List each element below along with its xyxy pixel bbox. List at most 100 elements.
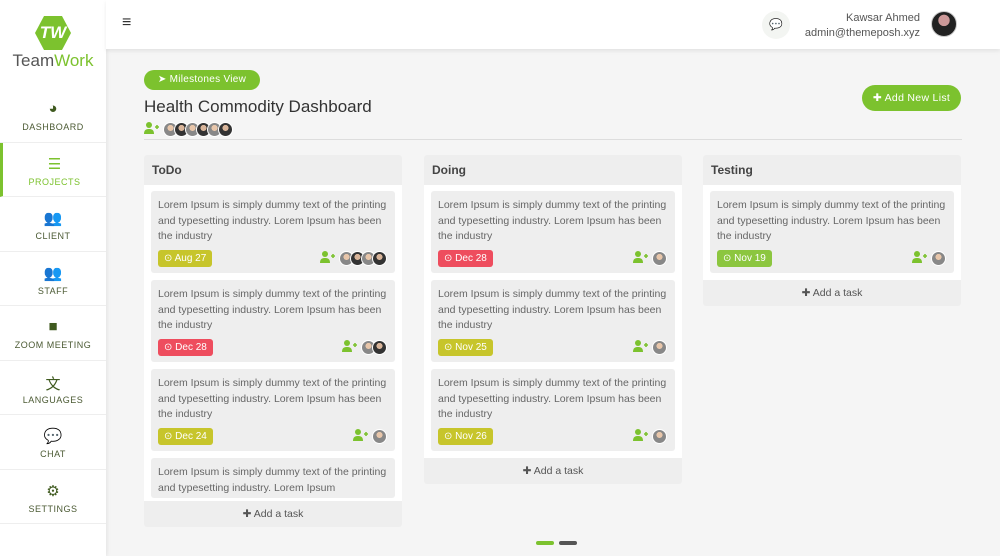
assignee-avatar[interactable] <box>652 251 667 266</box>
task-card[interactable]: Lorem Ipsum is simply dummy text of the … <box>431 191 675 273</box>
pagination-dots <box>536 541 577 545</box>
logo-text: TeamWork <box>0 51 106 71</box>
task-text: Lorem Ipsum is simply dummy text of the … <box>158 377 387 420</box>
task-card[interactable]: Lorem Ipsum is simply dummy text of the … <box>151 191 395 273</box>
sidebar-item-chat[interactable]: 💬 CHAT <box>0 415 106 470</box>
logo-mark: TW <box>35 16 71 50</box>
card-list[interactable]: Lorem Ipsum is simply dummy text of the … <box>144 185 402 501</box>
list-todo: ToDo Lorem Ipsum is simply dummy text of … <box>144 155 402 527</box>
sidebar-item-client[interactable]: 👥 CLIENT <box>0 197 106 252</box>
add-assignee-icon[interactable] <box>342 340 357 355</box>
task-assignees <box>912 251 946 266</box>
assignee-avatar[interactable] <box>652 340 667 355</box>
task-assignees <box>353 429 387 444</box>
sidebar-item-zoom-meeting[interactable]: ■ ZOOM MEETING <box>0 306 106 361</box>
user-info[interactable]: Kawsar Ahmed admin@themeposh.xyz <box>805 11 920 41</box>
language-icon: 文 <box>45 375 61 393</box>
sidebar-item-projects[interactable]: ☰ PROJECTS <box>0 142 106 197</box>
sidebar-item-label: STAFF <box>37 285 69 296</box>
topbar: ≡ 💬 Kawsar Ahmed admin@themeposh.xyz <box>106 0 1000 49</box>
assignee-avatar[interactable] <box>372 340 387 355</box>
member-avatar[interactable] <box>218 122 233 137</box>
task-card[interactable]: Lorem Ipsum is simply dummy text of the … <box>151 280 395 362</box>
users-icon: 👥 <box>43 264 63 282</box>
due-date-badge: ⊙ Nov 26 <box>438 428 493 445</box>
card-list[interactable]: Lorem Ipsum is simply dummy text of the … <box>703 185 961 273</box>
add-assignee-icon[interactable] <box>353 429 368 444</box>
video-icon: ■ <box>48 318 58 335</box>
task-assignees <box>633 340 667 355</box>
list-title: Doing <box>424 155 682 185</box>
add-assignee-icon[interactable] <box>633 251 648 266</box>
sidebar-item-settings[interactable]: ⚙ SETTINGS <box>0 470 106 524</box>
sidebar-item-label: LANGUAGES <box>22 394 84 405</box>
add-assignee-icon[interactable] <box>633 340 648 355</box>
sidebar-item-label: ZOOM MEETING <box>14 340 92 350</box>
card-list[interactable]: Lorem Ipsum is simply dummy text of the … <box>424 185 682 451</box>
list-icon: ☰ <box>47 155 62 173</box>
add-assignee-icon[interactable] <box>633 429 648 444</box>
add-assignee-icon[interactable] <box>912 251 927 266</box>
user-name: Kawsar Ahmed <box>846 12 920 24</box>
due-date-badge: ⊙ Dec 28 <box>438 250 493 267</box>
assignee-avatar[interactable] <box>652 429 667 444</box>
chat-icon: 💬 <box>43 428 63 445</box>
list-doing: Doing Lorem Ipsum is simply dummy text of… <box>424 155 682 484</box>
add-task-button[interactable]: ✚ Add a task <box>424 458 682 484</box>
add-task-button[interactable]: ✚ Add a task <box>703 280 961 306</box>
sidebar-item-label: CLIENT <box>35 231 71 241</box>
due-date-badge: ⊙ Dec 28 <box>158 339 213 356</box>
sidebar-item-languages[interactable]: 文 LANGUAGES <box>0 361 106 415</box>
chat-icon[interactable]: 💬 <box>762 11 790 39</box>
user-avatar[interactable] <box>931 11 957 37</box>
task-card[interactable]: Lorem Ipsum is simply dummy text of the … <box>151 458 395 498</box>
task-card[interactable]: Lorem Ipsum is simply dummy text of the … <box>710 191 954 273</box>
assignee-avatar[interactable] <box>372 251 387 266</box>
due-date-badge: ⊙ Aug 27 <box>158 250 213 267</box>
logo[interactable]: TW TeamWork <box>0 0 106 88</box>
add-member-icon[interactable] <box>144 122 159 137</box>
due-date-badge: ⊙ Nov 25 <box>438 339 493 356</box>
task-card[interactable]: Lorem Ipsum is simply dummy text of the … <box>151 369 395 451</box>
task-assignees <box>342 340 387 355</box>
cogs-icon: ⚙ <box>46 482 60 500</box>
users-icon: 👥 <box>43 210 63 227</box>
divider <box>144 139 962 140</box>
project-members <box>144 122 233 137</box>
task-card[interactable]: Lorem Ipsum is simply dummy text of the … <box>431 280 675 362</box>
due-date-badge: ⊙ Nov 19 <box>717 250 772 267</box>
task-text: Lorem Ipsum is simply dummy text of the … <box>158 288 387 331</box>
hamburger-menu-icon[interactable]: ≡ <box>122 14 131 32</box>
sidebar-item-dashboard[interactable]: ◕ DASHBOARD <box>0 88 106 143</box>
logo-text-b: Work <box>54 51 94 70</box>
sidebar-item-label: SETTINGS <box>28 503 78 514</box>
assignee-avatar[interactable] <box>931 251 946 266</box>
page-title: Health Commodity Dashboard <box>144 97 372 116</box>
sidebar-item-label: CHAT <box>40 449 66 459</box>
sidebar-item-staff[interactable]: 👥 STAFF <box>0 252 106 306</box>
list-testing: Testing Lorem Ipsum is simply dummy text … <box>703 155 961 306</box>
task-card[interactable]: Lorem Ipsum is simply dummy text of the … <box>431 369 675 451</box>
dot[interactable] <box>559 541 577 545</box>
task-assignees <box>320 251 387 266</box>
add-new-list-button[interactable]: ✚ Add New List <box>862 85 961 111</box>
task-assignees <box>633 429 667 444</box>
dashboard-icon: ◕ <box>48 100 58 117</box>
dot-active[interactable] <box>536 541 554 545</box>
user-email: admin@themeposh.xyz <box>804 27 920 39</box>
sidebar: TW TeamWork ◕ DASHBOARD ☰ PROJECTS 👥 CLIENT 👥 S… <box>0 0 106 556</box>
sidebar-item-label: DASHBOARD <box>22 122 84 132</box>
due-date-badge: ⊙ Dec 24 <box>158 428 213 445</box>
logo-text-a: Team <box>12 51 55 70</box>
list-title: ToDo <box>144 155 402 185</box>
add-task-button[interactable]: ✚ Add a task <box>144 501 402 527</box>
task-text: Lorem Ipsum is simply dummy text of the … <box>438 288 667 331</box>
task-assignees <box>633 251 667 266</box>
assignee-avatar[interactable] <box>372 429 387 444</box>
list-title: Testing <box>703 155 961 185</box>
add-assignee-icon[interactable] <box>320 251 335 266</box>
task-text: Lorem Ipsum is simply dummy text of the … <box>158 466 387 494</box>
task-text: Lorem Ipsum is simply dummy text of the … <box>438 377 667 420</box>
task-text: Lorem Ipsum is simply dummy text of the … <box>438 199 667 242</box>
milestones-view-button[interactable]: ➤ Milestones View <box>144 70 260 90</box>
